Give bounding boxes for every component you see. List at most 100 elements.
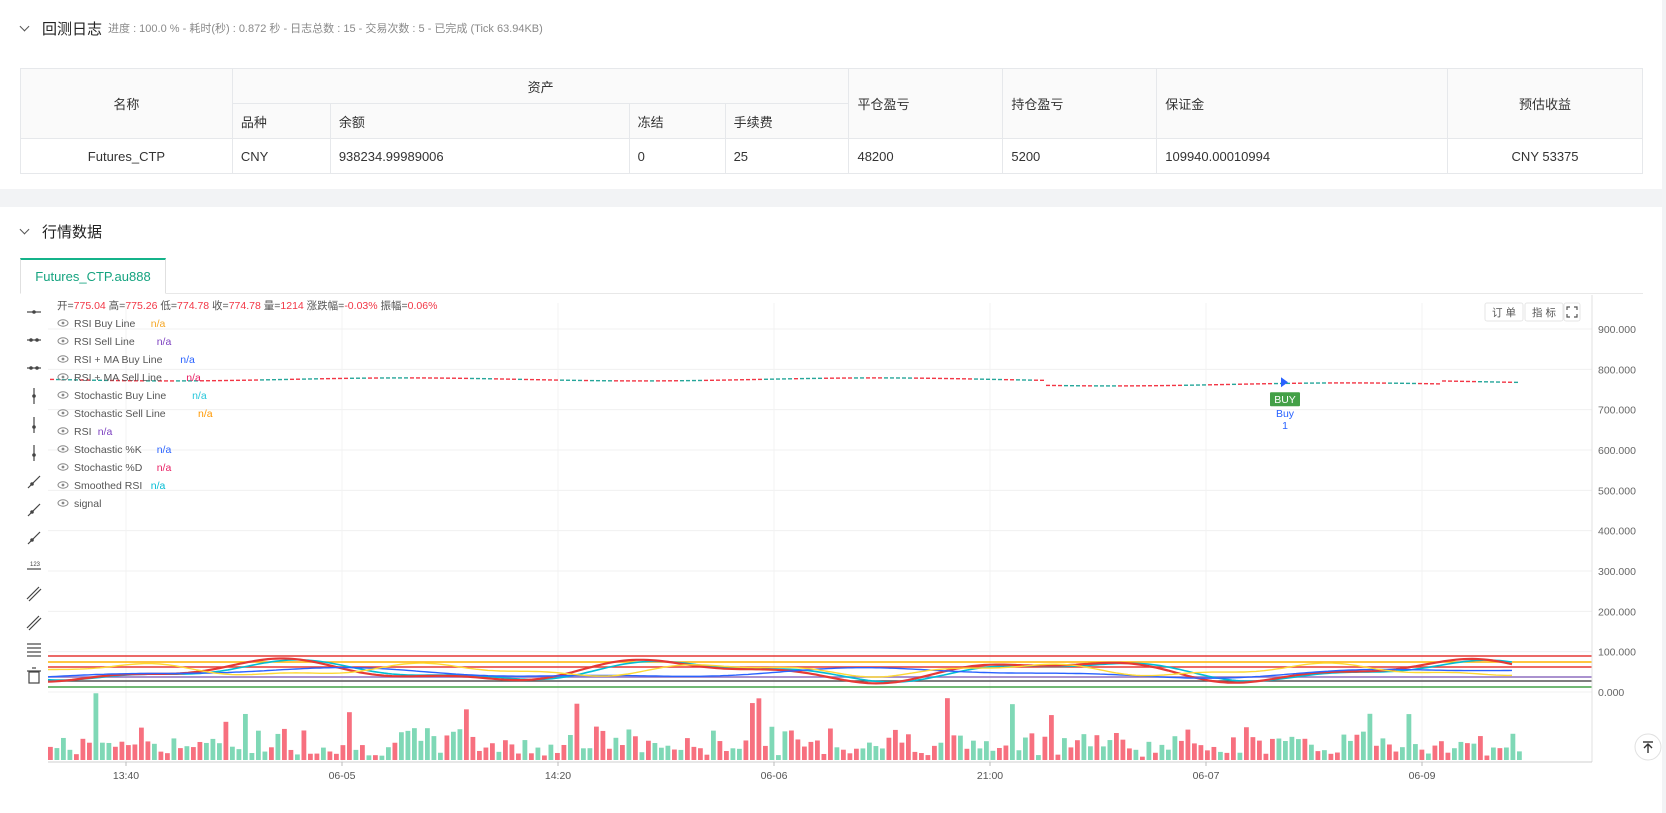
x-tick-label: 14:20 — [545, 770, 571, 782]
volume-bar — [1302, 738, 1308, 760]
chevron-down-icon[interactable] — [20, 23, 30, 33]
volume-bar — [54, 748, 60, 760]
volume-bar — [691, 746, 697, 760]
volume-bar — [730, 748, 736, 760]
volume-bar — [776, 755, 781, 760]
volume-bar — [821, 753, 827, 760]
volume-bar — [438, 752, 443, 760]
volume-bar — [288, 749, 294, 760]
cell-est-profit: CNY 53375 — [1447, 138, 1643, 174]
y-tick-label: 100.000 — [1598, 647, 1636, 659]
volume-bar — [1179, 740, 1184, 760]
volume-bar — [210, 738, 216, 760]
volume-bar — [724, 751, 729, 760]
volume-bar — [61, 737, 66, 760]
backtest-status: 进度 : 100.0 % - 耗时(秒) : 0.872 秒 - 日志总数 : … — [108, 23, 543, 35]
legend-value: n/a — [98, 426, 113, 438]
ohlc-label: 量= — [261, 300, 281, 312]
volume-bar — [893, 729, 898, 760]
ohlc-label: 开= — [57, 300, 74, 312]
volume-bar — [171, 738, 177, 760]
volume-bar — [1452, 748, 1457, 760]
back-to-top-icon[interactable] — [1634, 733, 1662, 761]
volume-bar — [1335, 752, 1340, 760]
volume-bar — [1270, 738, 1275, 760]
panel-title: 回测日志 — [42, 20, 103, 38]
y-tick-label: 0.000 — [1598, 687, 1624, 699]
ohlc-value: 1214 — [280, 300, 304, 312]
ohlc-label: 涨跌幅= — [304, 299, 345, 312]
volume-bar — [249, 753, 255, 760]
assets-table: 名称 资产 平仓盈亏 持仓盈亏 保证金 预估收益 品种 余额 冻结 手续费 Fu… — [20, 68, 1643, 174]
volume-bar — [340, 745, 346, 760]
volume-bar — [561, 744, 567, 760]
volume-bar — [711, 730, 716, 760]
volume-bar — [1127, 748, 1132, 760]
volume-bar — [626, 729, 632, 760]
ohlc-label: 高= — [106, 299, 126, 312]
volume-bar — [67, 749, 73, 760]
volume-bar — [568, 734, 573, 760]
volume-bar — [574, 703, 580, 760]
volume-bar — [1445, 752, 1451, 760]
volume-bar — [275, 733, 281, 760]
volume-bar — [860, 748, 866, 760]
volume-bar — [178, 748, 183, 760]
volume-bar — [652, 743, 658, 760]
volume-bar — [334, 753, 339, 760]
volume-bar — [1413, 744, 1418, 760]
market-data-header[interactable]: 行情数据 — [20, 219, 102, 243]
tab-symbol[interactable]: Futures_CTP.au888 — [20, 258, 166, 294]
header-close-pnl: 平仓盈亏 — [848, 68, 1004, 139]
panel-title: 行情数据 — [42, 223, 103, 241]
volume-bar — [1361, 731, 1366, 760]
volume-bar — [1510, 733, 1516, 760]
volume-bar — [152, 743, 157, 760]
legend-name: Stochastic Sell Line — [74, 408, 166, 420]
volume-bar — [522, 740, 528, 760]
volume-bar — [139, 727, 144, 760]
cell-balance: 938234.99989006 — [329, 138, 630, 174]
svg-text:123: 123 — [30, 562, 41, 568]
backtest-log-header[interactable]: 回测日志 进度 : 100.0 % - 耗时(秒) : 0.872 秒 - 日志… — [20, 16, 543, 40]
volume-bar — [698, 748, 703, 760]
volume-bar — [808, 741, 814, 760]
volume-bar — [1504, 747, 1509, 760]
y-tick-label: 400.000 — [1598, 526, 1636, 538]
volume-bar — [405, 730, 411, 760]
volume-bar — [802, 746, 807, 760]
volume-bar — [80, 738, 86, 760]
volume-bar — [763, 745, 768, 760]
price-chart[interactable]: 123 BUY Buy1 900.000 800.000 700.000 600.000… — [0, 295, 1662, 813]
volume-bar — [899, 742, 905, 760]
chevron-down-icon[interactable] — [20, 226, 30, 236]
volume-bar — [854, 748, 859, 760]
x-tick-label: 06-09 — [1409, 770, 1436, 782]
volume-bar — [223, 721, 229, 760]
volume-bar — [951, 735, 957, 760]
volume-bar — [535, 747, 541, 760]
legend-name: RSI Buy Line — [74, 318, 135, 330]
volume-bar — [392, 742, 398, 760]
volume-bar — [386, 747, 391, 760]
buy-badge-label: BUY — [1274, 394, 1296, 406]
backtest-log-panel: 回测日志 进度 : 100.0 % - 耗时(秒) : 0.872 秒 - 日志… — [0, 0, 1662, 189]
volume-bar — [106, 742, 112, 760]
indicators-button[interactable]: 指 标 — [1524, 302, 1564, 322]
ohlc-value: 774.78 — [177, 300, 209, 312]
volume-bar — [1419, 749, 1425, 760]
volume-bar — [457, 729, 463, 760]
header-name: 名称 — [20, 68, 233, 139]
fullscreen-icon[interactable] — [1563, 302, 1581, 322]
volume-bar — [841, 749, 846, 760]
volume-bar — [750, 703, 755, 760]
volume-bar — [782, 731, 788, 760]
volume-bar — [282, 728, 287, 760]
legend-value: n/a — [157, 336, 172, 348]
volume-bar — [548, 744, 554, 760]
orders-button[interactable]: 订 单 — [1484, 302, 1524, 322]
volume-bar — [1192, 743, 1197, 760]
ohlc-label: 低= — [157, 299, 177, 312]
volume-bar — [327, 751, 333, 760]
price-label-icon[interactable]: 123 — [27, 562, 41, 570]
